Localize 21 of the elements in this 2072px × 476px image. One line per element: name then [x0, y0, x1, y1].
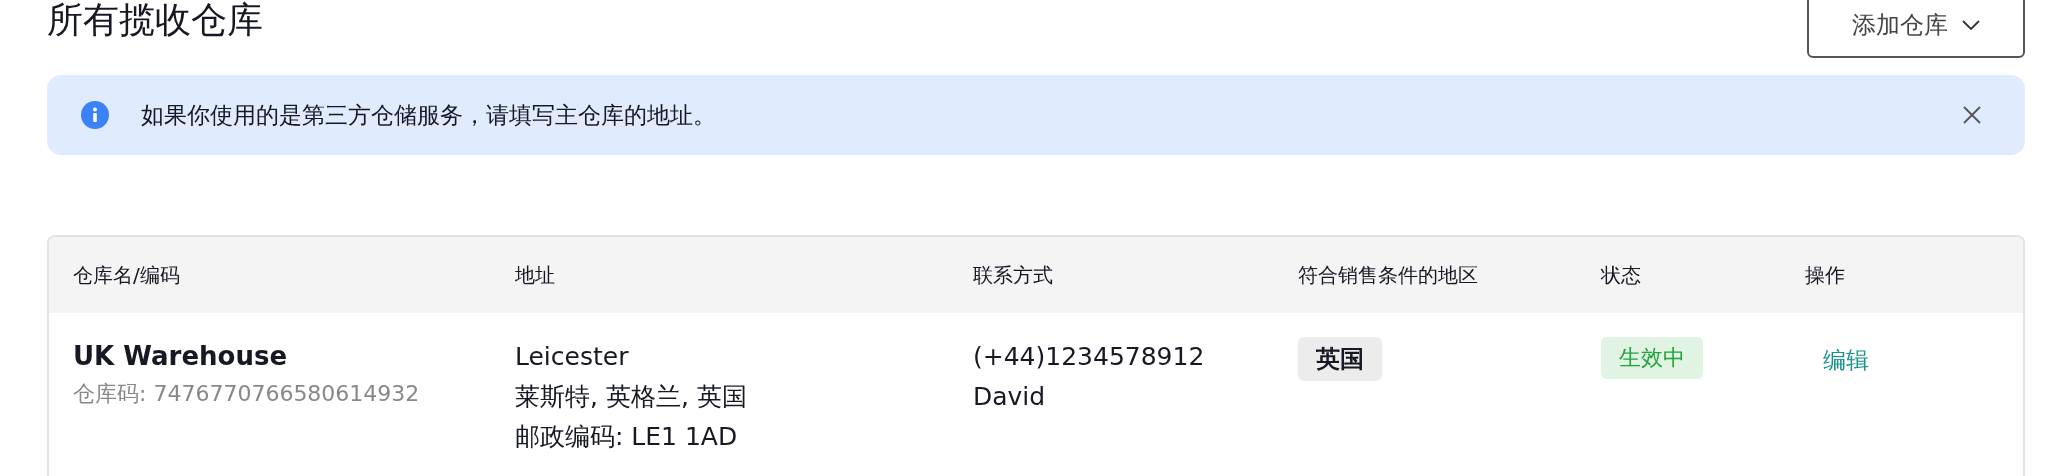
warehouse-name: UK Warehouse	[73, 340, 289, 373]
edit-link[interactable]: 编辑	[1823, 345, 1869, 376]
contact-line: (+44)1234578912	[973, 341, 1206, 373]
add-warehouse-button[interactable]: 添加仓库	[1807, 0, 2025, 58]
address-line: 莱斯特, 英格兰, 英国	[515, 381, 748, 413]
caret-icon	[1962, 20, 1980, 30]
page-title: 所有揽收仓库	[47, 0, 263, 42]
warehouse-code: 仓库码: 7476770766580614932	[73, 380, 421, 408]
contact-line: David	[973, 381, 1047, 413]
address-line: Leicester	[515, 341, 630, 373]
column-header: 符合销售条件的地区	[1298, 262, 1478, 287]
info-message: 如果你使用的是第三方仓储服务，请填写主仓库的地址。	[141, 100, 717, 130]
region-tag: 英国	[1298, 337, 1382, 381]
column-header: 联系方式	[973, 262, 1053, 287]
column-header: 状态	[1601, 262, 1641, 287]
status-badge: 生效中	[1601, 337, 1703, 379]
column-header: 地址	[515, 262, 555, 287]
column-header: 仓库名/编码	[73, 262, 180, 287]
info-icon	[81, 101, 109, 129]
address-line: 邮政编码: LE1 1AD	[515, 421, 739, 453]
column-header: 操作	[1805, 262, 1845, 287]
